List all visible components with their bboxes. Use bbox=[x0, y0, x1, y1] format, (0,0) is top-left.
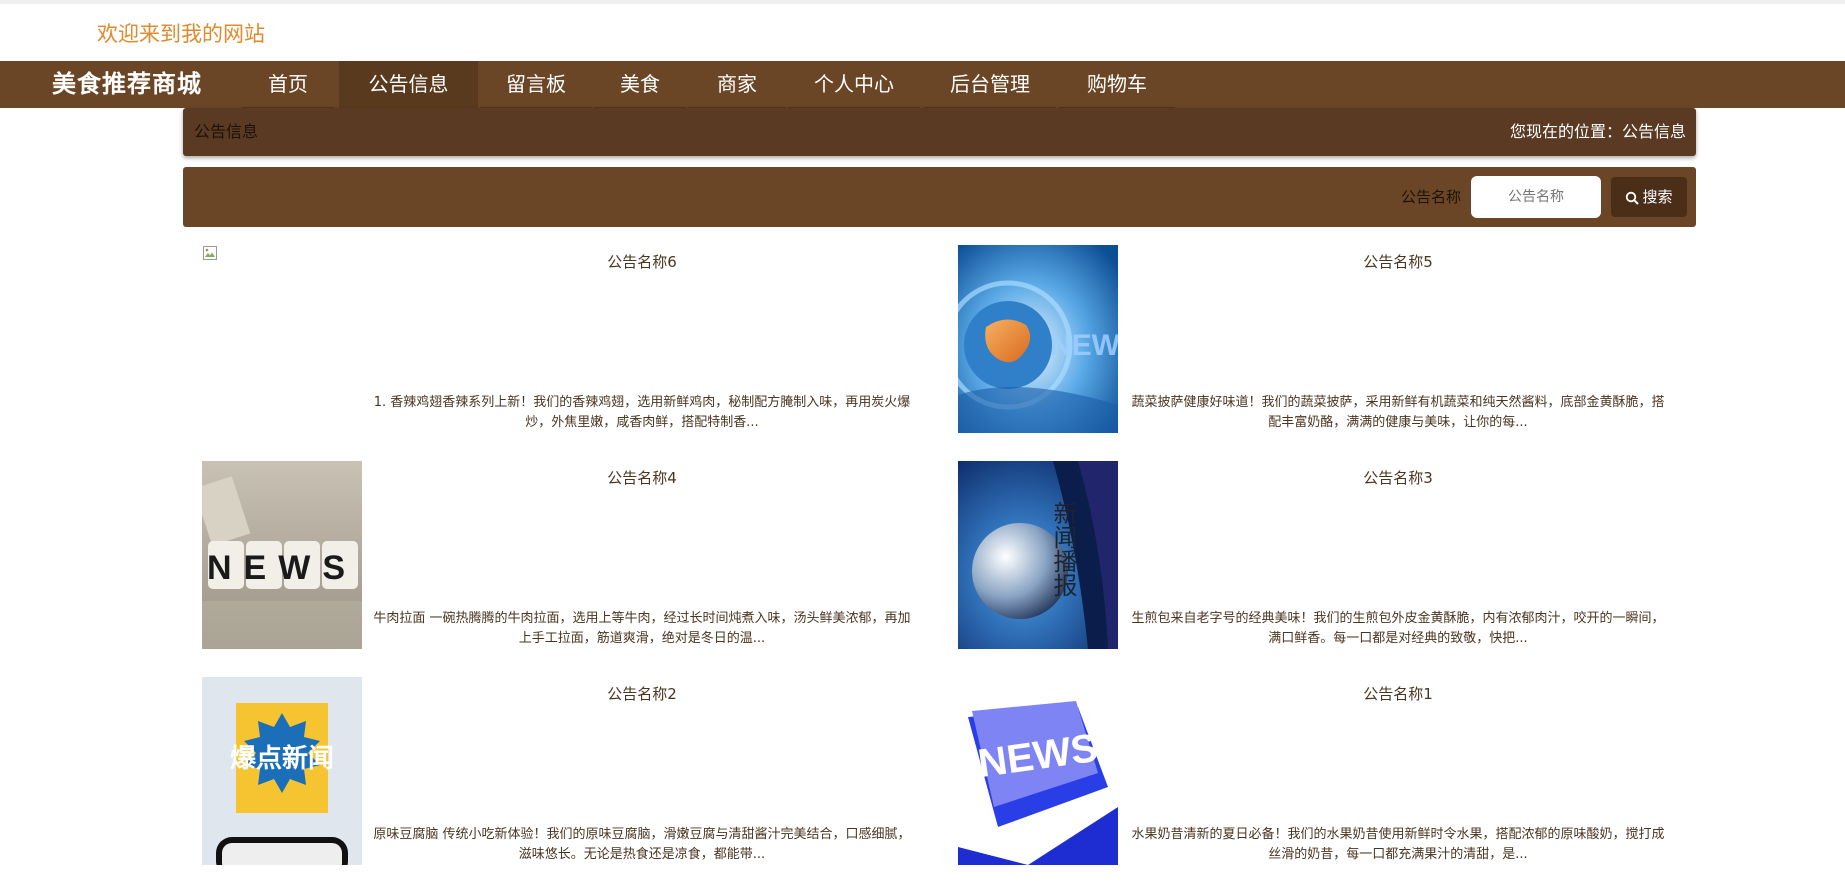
breadcrumb-title: 公告信息 bbox=[194, 122, 259, 141]
nav-item-merchants[interactable]: 商家 bbox=[688, 61, 786, 109]
announcement-card[interactable]: 公告名称6 1. 香辣鸡翅香辣系列上新！我们的香辣鸡翅，选用新鲜鸡肉，秘制配方腌… bbox=[202, 245, 922, 433]
announcement-card[interactable]: NEWS 公告名称1 水果奶昔清新的夏日必备！我们的水果奶昔使用新鲜时令水果，搭… bbox=[958, 677, 1678, 865]
news-dice-image[interactable]: NEWS bbox=[202, 461, 362, 649]
site-brand[interactable]: 美食推荐商城 bbox=[52, 61, 202, 108]
main-nav: 美食推荐商城 首页 公告信息 留言板 美食 商家 个人中心 后台管理 购物车 bbox=[0, 61, 1845, 109]
announcement-card[interactable]: NEWS 公告名称4 牛肉拉面 一碗热腾腾的牛肉拉面，选用上等牛肉，经过长时间炖… bbox=[202, 461, 922, 649]
nav-item-home[interactable]: 首页 bbox=[242, 61, 334, 109]
search-label: 公告名称 bbox=[1401, 188, 1462, 206]
announcement-title[interactable]: 公告名称6 bbox=[362, 251, 922, 272]
welcome-text: 欢迎来到我的网站 bbox=[97, 22, 265, 46]
announcement-desc: 蔬菜披萨健康好味道！我们的蔬菜披萨，采用新鲜有机蔬菜和纯天然酱料，底部金黄酥脆，… bbox=[1131, 395, 1665, 430]
breaking-news-image[interactable]: 爆点新闻 bbox=[202, 677, 362, 865]
nav-item-personal-center[interactable]: 个人中心 bbox=[788, 61, 920, 109]
image-caption: 新闻播报 bbox=[1049, 501, 1077, 597]
breadcrumb: 公告信息 您现在的位置：公告信息 bbox=[183, 108, 1696, 156]
search-bar: 公告名称 搜索 bbox=[183, 167, 1696, 227]
nav-item-message-board[interactable]: 留言板 bbox=[480, 61, 592, 109]
announcement-title[interactable]: 公告名称1 bbox=[1118, 683, 1678, 704]
announcement-card[interactable]: NEWS 公告名称5 蔬菜披萨健康好味道！我们的蔬菜披萨，采用新鲜有机蔬菜和纯天… bbox=[958, 245, 1678, 433]
announcement-desc: 原味豆腐脑 传统小吃新体验！我们的原味豆腐脑，滑嫩豆腐与清甜酱汁完美结合，口感细… bbox=[373, 827, 911, 862]
announcement-title[interactable]: 公告名称2 bbox=[362, 683, 922, 704]
location-label: 您现在的位置： bbox=[1509, 122, 1622, 141]
nav-item-label: 购物车 bbox=[1087, 72, 1147, 96]
announcement-desc: 生煎包来自老字号的经典美味！我们的生煎包外皮金黄酥脆，内有浓郁肉汁，咬开的一瞬间… bbox=[1131, 611, 1665, 646]
announcement-thumbnail[interactable] bbox=[202, 245, 362, 433]
broken-image-icon bbox=[203, 246, 217, 260]
news-globe-image[interactable]: NEWS bbox=[958, 245, 1118, 433]
nav-item-admin[interactable]: 后台管理 bbox=[924, 61, 1056, 109]
nav-item-label: 商家 bbox=[717, 72, 757, 96]
announcement-title[interactable]: 公告名称5 bbox=[1118, 251, 1678, 272]
nav-item-label: 美食 bbox=[620, 72, 660, 96]
news-broadcast-image[interactable]: 新闻播报 bbox=[958, 461, 1118, 649]
image-caption: 爆点新闻 bbox=[230, 743, 334, 774]
nav-item-label: 后台管理 bbox=[950, 72, 1030, 96]
nav-item-label: 公告信息 bbox=[368, 72, 449, 96]
announcement-card[interactable]: 新闻播报 公告名称3 生煎包来自老字号的经典美味！我们的生煎包外皮金黄酥脆，内有… bbox=[958, 461, 1678, 649]
nav-item-label: 个人中心 bbox=[814, 72, 894, 96]
announcement-desc: 1. 香辣鸡翅香辣系列上新！我们的香辣鸡翅，选用新鲜鸡肉，秘制配方腌制入味，再用… bbox=[373, 395, 911, 430]
image-caption: NEWS bbox=[1050, 329, 1118, 362]
nav-item-food[interactable]: 美食 bbox=[594, 61, 686, 109]
news-key-image[interactable]: NEWS bbox=[958, 677, 1118, 865]
breadcrumb-location: 您现在的位置：公告信息 bbox=[1510, 108, 1686, 156]
nav-item-label: 首页 bbox=[268, 72, 308, 96]
nav-item-announcements[interactable]: 公告信息 bbox=[339, 61, 478, 108]
announcement-desc: 水果奶昔清新的夏日必备！我们的水果奶昔使用新鲜时令水果，搭配浓郁的原味酸奶，搅打… bbox=[1131, 827, 1665, 862]
announcement-title[interactable]: 公告名称3 bbox=[1118, 467, 1678, 488]
search-input[interactable] bbox=[1471, 176, 1601, 218]
search-button[interactable]: 搜索 bbox=[1611, 177, 1687, 217]
search-icon bbox=[1626, 191, 1640, 205]
nav-item-label: 留言板 bbox=[506, 72, 566, 96]
nav-item-cart[interactable]: 购物车 bbox=[1059, 61, 1175, 109]
search-button-label: 搜索 bbox=[1642, 188, 1673, 206]
announcement-card[interactable]: 爆点新闻 公告名称2 原味豆腐脑 传统小吃新体验！我们的原味豆腐脑，滑嫩豆腐与清… bbox=[202, 677, 922, 865]
announcement-desc: 牛肉拉面 一碗热腾腾的牛肉拉面，选用上等牛肉，经过长时间炖煮入味，汤头鲜美浓郁，… bbox=[373, 611, 911, 646]
image-caption: NEWS bbox=[207, 549, 357, 587]
location-link[interactable]: 公告信息 bbox=[1622, 122, 1686, 141]
announcement-title[interactable]: 公告名称4 bbox=[362, 467, 922, 488]
top-border bbox=[0, 0, 1845, 4]
